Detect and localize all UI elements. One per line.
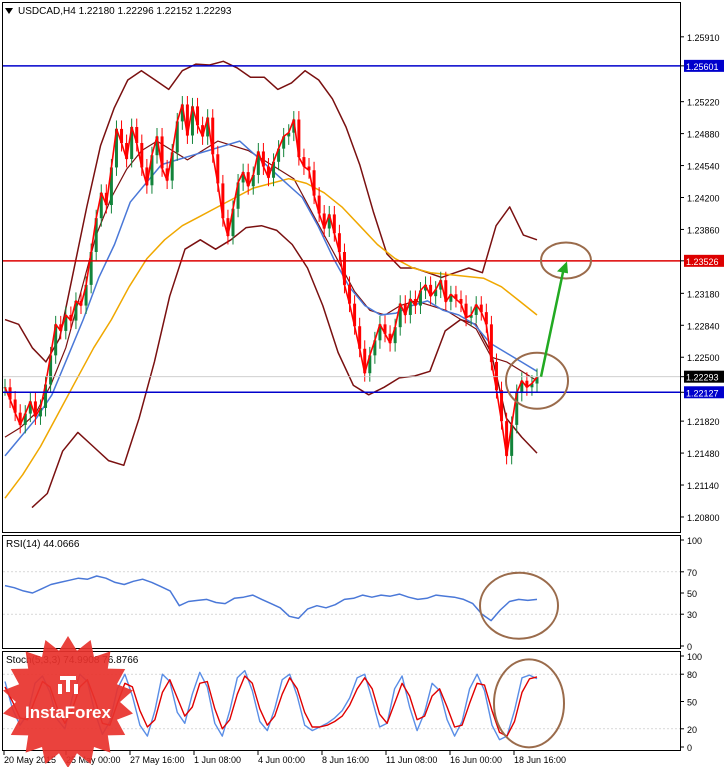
price-tick-label: 1.24880: [687, 130, 720, 140]
stoch-tick-label: 0: [687, 743, 692, 753]
stoch-tick-label: 80: [687, 670, 697, 680]
time-tick-label: 4 Jun 00:00: [258, 755, 305, 765]
price-tick-label: 1.25601: [686, 62, 719, 72]
rsi-tick-label: 30: [687, 610, 697, 620]
logo-emblem-icon: [58, 676, 78, 694]
price-tick-label: 1.21480: [687, 449, 720, 459]
logo-text: InstaForex: [25, 703, 112, 722]
price-axis: 1.25910 1.25601 1.25220 1.24880 1.24540 1.242…: [680, 33, 724, 523]
price-tick-label: 1.22500: [687, 353, 720, 363]
rsi-header: RSI(14) 44.0666: [6, 539, 80, 550]
stoch-tick-label: 50: [687, 698, 697, 708]
price-tick-label: 1.24540: [687, 162, 720, 172]
time-tick-label: 27 May 16:00: [130, 755, 185, 765]
price-tick-label: 1.25910: [687, 33, 720, 43]
price-tick-label: 1.21140: [687, 481, 719, 491]
rsi-tick-label: 0: [687, 642, 692, 652]
time-tick-label: 16 Jun 00:00: [450, 755, 502, 765]
price-tick-label: 1.23526: [686, 257, 719, 267]
price-tick-label: 1.24200: [687, 193, 720, 203]
price-tick-label: 1.22840: [687, 321, 720, 331]
rsi-tick-label: 70: [687, 568, 697, 578]
rsi-panel-frame: [2, 535, 681, 649]
price-tick-label: 1.22127: [686, 388, 719, 398]
time-tick-label: 1 Jun 08:00: [194, 755, 241, 765]
rsi-tick-label: 50: [687, 589, 697, 599]
stoch-tick-label: 100: [687, 652, 702, 662]
price-tick-label: 1.25220: [687, 98, 720, 108]
price-tick-label: 1.23180: [687, 289, 720, 299]
stoch-tick-label: 20: [687, 725, 697, 735]
time-tick-label: 18 Jun 16:00: [514, 755, 566, 765]
trading-chart: 1.25910 1.25601 1.25220 1.24880 1.24540 1.242…: [2, 2, 724, 768]
time-tick-label: 8 Jun 16:00: [322, 755, 369, 765]
symbol-header: USDCAD,H4 1.22180 1.22296 1.22152 1.2229…: [18, 6, 232, 17]
price-tick-label: 1.20800: [687, 513, 720, 523]
symbol-header-group: USDCAD,H4 1.22180 1.22296 1.22152 1.2229…: [5, 6, 232, 17]
chart-root: 1.25910 1.25601 1.25220 1.24880 1.24540 1.242…: [0, 0, 725, 768]
rsi-tick-label: 100: [687, 536, 702, 546]
price-tick-label: 1.23860: [687, 225, 720, 235]
time-tick-label: 11 Jun 08:00: [386, 755, 437, 765]
price-tick-label: 1.22293: [686, 373, 719, 383]
price-tick-label: 1.21820: [687, 417, 720, 427]
